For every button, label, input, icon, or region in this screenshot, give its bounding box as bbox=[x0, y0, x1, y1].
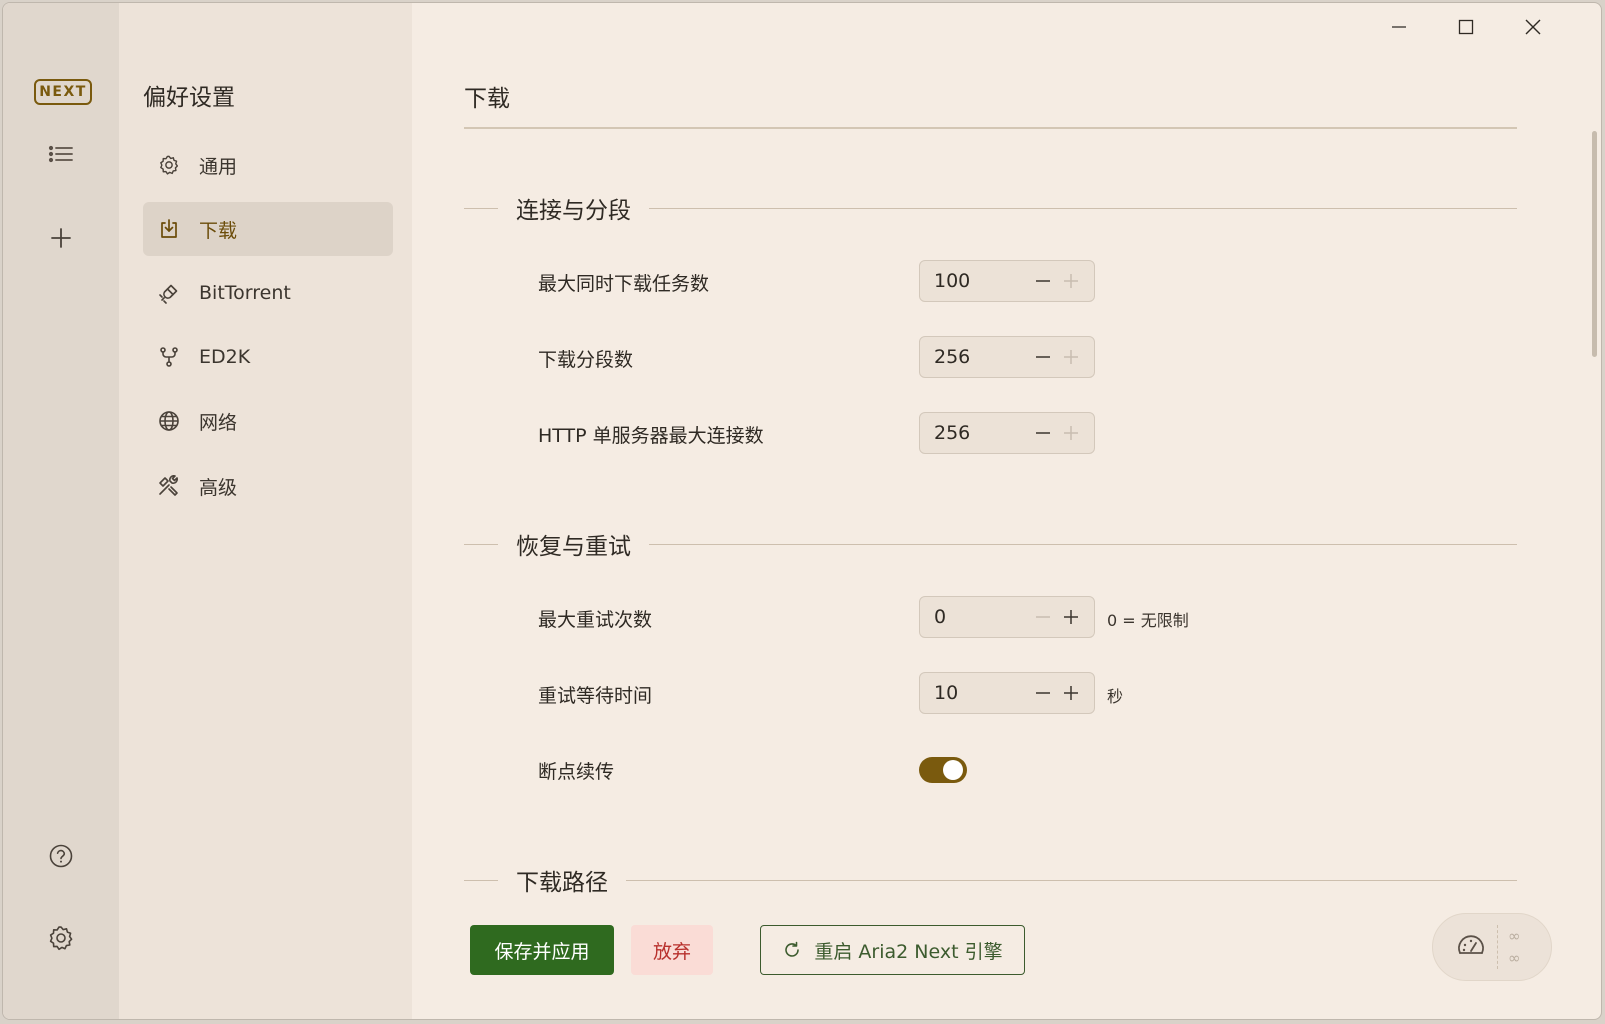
max-conn-per-server-stepper[interactable]: 256 bbox=[919, 412, 1095, 454]
title-divider bbox=[464, 127, 1517, 129]
discard-button[interactable]: 放弃 bbox=[631, 925, 713, 975]
stepper-value[interactable]: 10 bbox=[920, 682, 1030, 704]
continue-toggle[interactable] bbox=[919, 757, 967, 783]
section-title: 下载路径 bbox=[516, 870, 608, 896]
split-label: 下载分段数 bbox=[538, 349, 634, 371]
minimize-icon bbox=[1391, 19, 1407, 39]
sidebar-item-general[interactable]: 通用 bbox=[143, 138, 393, 192]
restart-engine-label: 重启 Aria2 Next 引擎 bbox=[814, 940, 1003, 963]
max-concurrent-label: 最大同时下载任务数 bbox=[538, 273, 710, 295]
toggle-knob bbox=[943, 760, 963, 780]
sidebar-item-advanced[interactable]: 高级 bbox=[143, 459, 393, 513]
section-rule bbox=[626, 879, 1517, 881]
section-rule bbox=[464, 543, 498, 545]
decrement-button[interactable] bbox=[1030, 604, 1056, 630]
max-conn-per-server-label: HTTP 单服务器最大连接数 bbox=[538, 425, 764, 447]
fork-icon bbox=[157, 345, 181, 369]
increment-button[interactable] bbox=[1058, 604, 1084, 630]
close-icon bbox=[1525, 19, 1541, 39]
gear-icon bbox=[47, 924, 75, 956]
max-concurrent-stepper[interactable]: 100 bbox=[919, 260, 1095, 302]
sidebar-item-label: 高级 bbox=[199, 476, 238, 499]
stepper-value[interactable]: 0 bbox=[920, 606, 1030, 628]
max-tries-label: 最大重试次数 bbox=[538, 609, 653, 631]
content-scrollbar[interactable] bbox=[1592, 131, 1597, 357]
gear-icon bbox=[157, 153, 181, 177]
increment-button[interactable] bbox=[1058, 268, 1084, 294]
maximize-icon bbox=[1458, 19, 1474, 39]
sidebar-item-label: BitTorrent bbox=[199, 282, 291, 304]
decrement-button[interactable] bbox=[1030, 268, 1056, 294]
section-title: 恢复与重试 bbox=[516, 534, 631, 560]
restart-engine-button[interactable]: 重启 Aria2 Next 引擎 bbox=[760, 925, 1025, 975]
sidebar-item-network[interactable]: 网络 bbox=[143, 394, 393, 448]
stepper-value[interactable]: 256 bbox=[920, 422, 1030, 444]
close-button[interactable] bbox=[1511, 13, 1555, 45]
list-icon bbox=[48, 145, 74, 171]
increment-button[interactable] bbox=[1058, 344, 1084, 370]
settings-button[interactable] bbox=[41, 920, 81, 960]
maximize-button[interactable] bbox=[1444, 13, 1488, 45]
sidebar-item-label: 通用 bbox=[199, 155, 238, 178]
refresh-icon bbox=[782, 940, 802, 960]
section-connection: 连接与分段 bbox=[464, 193, 1517, 224]
section-download-path: 下载路径 bbox=[464, 865, 1517, 896]
speedometer-icon bbox=[1455, 931, 1487, 963]
sidebar-item-ed2k[interactable]: ED2K bbox=[143, 330, 393, 384]
app-rail: NEXT bbox=[3, 3, 119, 1019]
magnet-icon bbox=[157, 281, 181, 305]
section-title: 连接与分段 bbox=[516, 198, 631, 224]
upload-speed: ∞ bbox=[1508, 927, 1521, 945]
section-rule bbox=[464, 879, 498, 881]
app-window: NEXT 偏好设置 通用 下载 BitTorrent ED2K 网络 高级 下载… bbox=[2, 2, 1602, 1020]
add-task-button[interactable] bbox=[41, 220, 81, 260]
continue-label: 断点续传 bbox=[538, 761, 615, 783]
tools-icon bbox=[157, 474, 181, 498]
stepper-value[interactable]: 256 bbox=[920, 346, 1030, 368]
section-rule bbox=[649, 543, 1517, 545]
decrement-button[interactable] bbox=[1030, 420, 1056, 446]
section-rule bbox=[464, 207, 498, 209]
speed-rates: ∞ ∞ bbox=[1508, 928, 1521, 966]
sidebar-item-label: 网络 bbox=[199, 411, 238, 434]
sidebar-item-download[interactable]: 下载 bbox=[143, 202, 393, 256]
task-list-button[interactable] bbox=[41, 138, 81, 178]
preferences-sidebar: 偏好设置 通用 下载 BitTorrent ED2K 网络 高级 bbox=[119, 3, 412, 1019]
sidebar-item-bittorrent[interactable]: BitTorrent bbox=[143, 266, 393, 320]
increment-button[interactable] bbox=[1058, 420, 1084, 446]
minimize-button[interactable] bbox=[1377, 13, 1421, 45]
max-tries-stepper[interactable]: 0 bbox=[919, 596, 1095, 638]
section-retry: 恢复与重试 bbox=[464, 529, 1517, 560]
help-icon bbox=[48, 843, 74, 873]
save-apply-button[interactable]: 保存并应用 bbox=[470, 925, 614, 975]
speed-meter[interactable]: ∞ ∞ bbox=[1432, 913, 1552, 981]
sidebar-item-label: ED2K bbox=[199, 346, 251, 368]
decrement-button[interactable] bbox=[1030, 344, 1056, 370]
download-speed: ∞ bbox=[1508, 949, 1521, 967]
preferences-content: 下载 连接与分段 最大同时下载任务数 100 下载分段数 256 HTTP 单服… bbox=[412, 3, 1601, 1019]
increment-button[interactable] bbox=[1058, 680, 1084, 706]
page-title: 下载 bbox=[464, 86, 510, 112]
split-stepper[interactable]: 256 bbox=[919, 336, 1095, 378]
section-rule bbox=[649, 207, 1517, 209]
retry-wait-stepper[interactable]: 10 bbox=[919, 672, 1095, 714]
globe-icon bbox=[157, 409, 181, 433]
retry-wait-label: 重试等待时间 bbox=[538, 685, 653, 707]
download-icon bbox=[157, 217, 181, 241]
app-logo: NEXT bbox=[34, 79, 92, 105]
speed-divider bbox=[1497, 925, 1498, 969]
sidebar-title: 偏好设置 bbox=[143, 85, 235, 111]
plus-icon bbox=[50, 227, 72, 253]
max-tries-hint: 0 = 无限制 bbox=[1107, 611, 1189, 630]
sidebar-item-label: 下载 bbox=[199, 219, 238, 242]
retry-wait-unit: 秒 bbox=[1107, 687, 1124, 706]
decrement-button[interactable] bbox=[1030, 680, 1056, 706]
stepper-value[interactable]: 100 bbox=[920, 270, 1030, 292]
help-button[interactable] bbox=[41, 838, 81, 878]
